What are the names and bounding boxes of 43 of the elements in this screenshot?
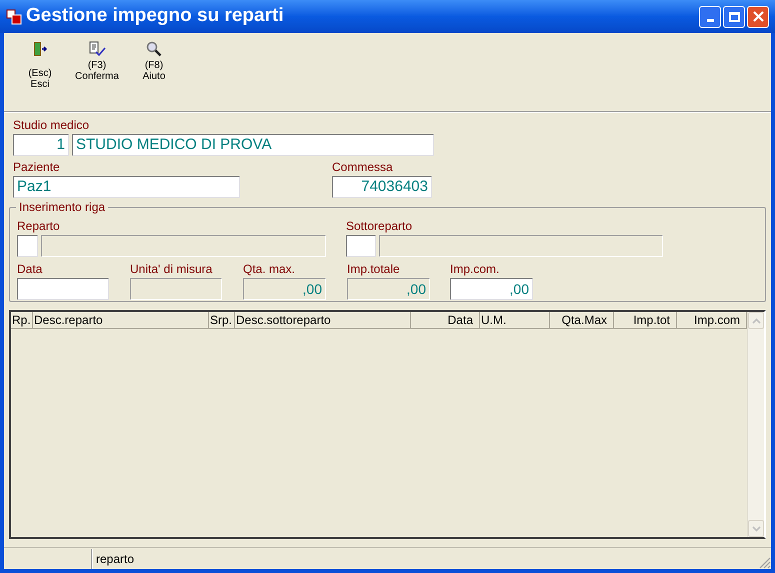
column-header[interactable]: Desc.sottoreparto	[235, 312, 411, 329]
field-label: Imp.com.	[450, 261, 500, 277]
minimize-button[interactable]	[699, 6, 721, 28]
text-field[interactable]: STUDIO MEDICO DI PROVA	[72, 134, 434, 156]
text-field[interactable]	[17, 235, 38, 257]
column-header[interactable]: Srp.	[209, 312, 235, 329]
door-icon	[32, 41, 48, 57]
column-header[interactable]: U.M.	[480, 312, 550, 329]
column-header[interactable]: Imp.tot	[614, 312, 677, 329]
toolbar-button[interactable]: (F3) Conferma	[69, 38, 125, 82]
column-header[interactable]: Rp.	[11, 312, 33, 329]
field-label: Imp.totale	[347, 261, 401, 277]
search-icon	[146, 41, 162, 57]
toolbar-button[interactable]: (Esc) Esci	[12, 38, 68, 90]
column-header[interactable]: Desc.reparto	[33, 312, 209, 329]
field-label: Data	[17, 261, 44, 277]
maximize-button[interactable]	[723, 6, 745, 28]
column-header[interactable]: Data	[411, 312, 480, 329]
field-label: Reparto	[17, 218, 61, 234]
field-label: Commessa	[332, 159, 394, 175]
close-button[interactable]	[747, 6, 769, 28]
document-check-icon	[88, 41, 106, 57]
app-icon	[6, 8, 22, 24]
window-title: Gestione impegno su reparti	[26, 4, 284, 28]
text-field[interactable]: ,00	[450, 278, 533, 300]
field-label: Sottoreparto	[346, 218, 414, 234]
field-label: Qta. max.	[243, 261, 296, 277]
field-label: Unita' di misura	[130, 261, 214, 277]
text-field[interactable]	[17, 278, 109, 300]
text-field[interactable]: 1	[13, 134, 69, 156]
resize-grip-icon	[757, 555, 771, 569]
text-field[interactable]	[346, 235, 376, 257]
column-header[interactable]: Qta.Max	[550, 312, 614, 329]
field-label: Studio medico	[13, 117, 90, 133]
group-title: Inserimento riga	[16, 199, 108, 215]
status-text: reparto	[96, 552, 134, 566]
close-icon	[752, 11, 764, 22]
field-label: Paziente	[13, 159, 61, 175]
text-field[interactable]	[379, 235, 663, 257]
text-field[interactable]	[41, 235, 326, 257]
text-field[interactable]: 74036403	[332, 176, 432, 198]
text-field[interactable]: Paz1	[13, 176, 240, 198]
toolbar-button[interactable]: (F8) Aiuto	[126, 38, 182, 82]
